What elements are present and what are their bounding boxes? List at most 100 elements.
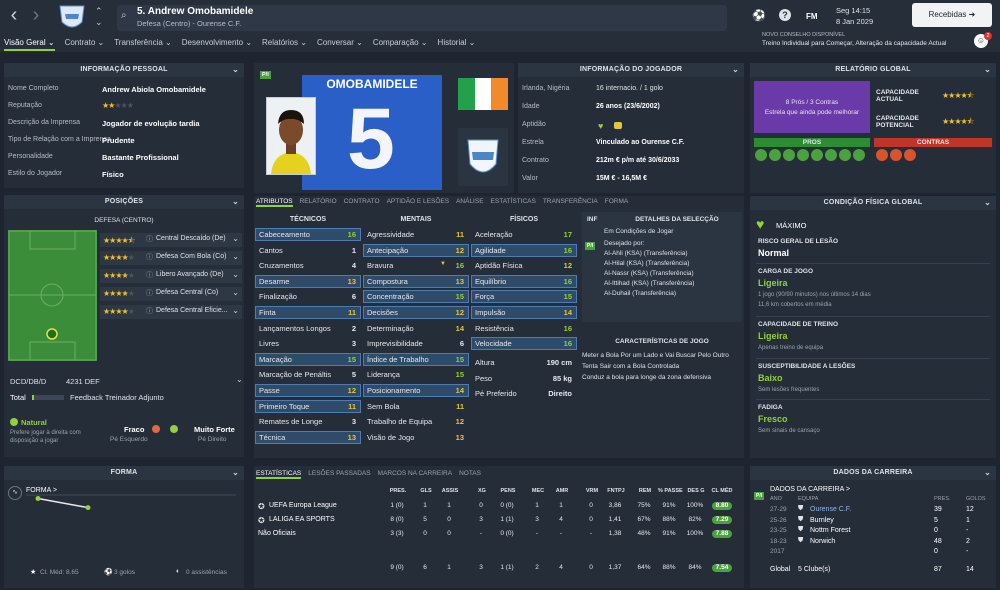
pro-trait-icon[interactable]: [853, 149, 865, 161]
club-badge[interactable]: [458, 128, 508, 186]
attribute-row[interactable]: Remates de Longe 3: [256, 416, 360, 427]
chevron-down-icon[interactable]: ⌄: [232, 466, 239, 480]
stats-tab[interactable]: LESÕES PASSADAS: [308, 470, 370, 477]
pitch[interactable]: [8, 230, 97, 361]
tab-transferencia[interactable]: Transferência ⌄: [114, 38, 172, 47]
attribute-row[interactable]: Cabeceamento 16: [255, 228, 361, 241]
career-club[interactable]: Burnley: [810, 517, 834, 524]
role-row[interactable]: ★★★★★ ⓘ Libero Avançado (De) ⌄: [100, 269, 242, 283]
stats-tab[interactable]: NOTAS: [459, 470, 481, 477]
info-icon[interactable]: ⓘ: [146, 252, 153, 262]
career-club[interactable]: Nottm Forest: [810, 527, 850, 534]
search-icon[interactable]: ⌕: [121, 10, 127, 21]
ball-icon[interactable]: ⚽: [752, 9, 766, 22]
attribute-row[interactable]: Finalização 6: [256, 291, 360, 302]
stats-header[interactable]: PRES.: [386, 488, 410, 494]
role-row[interactable]: ★★★★★ ⓘ Defesa Com Bola (Co) ⌄: [100, 251, 242, 265]
info-icon[interactable]: ⓘ: [146, 306, 153, 316]
advice-notice[interactable]: NOVO CONSELHO DISPONÍVEL Treino Individu…: [762, 32, 998, 54]
pro-trait-icon[interactable]: [755, 149, 767, 161]
tab-comparacao[interactable]: Comparação ⌄: [373, 38, 428, 47]
tab-conversar[interactable]: Conversar ⌄: [317, 38, 363, 47]
attribute-row[interactable]: Compostura 13: [363, 274, 469, 288]
stats-tab[interactable]: ESTATÍSTICAS: [256, 470, 302, 479]
attribute-row[interactable]: Marcação de Penáltis 5: [256, 369, 360, 380]
wanted-club[interactable]: Al-Nassr (KSA) (Transferência): [604, 270, 694, 277]
chevron-down-icon[interactable]: ⌄: [232, 63, 239, 77]
chevron-down-icon[interactable]: ⌄: [984, 63, 991, 77]
career-header[interactable]: DADOS DA CARREIRA ⌄: [750, 466, 996, 480]
stats-header[interactable]: VRM: [580, 488, 604, 494]
attribute-row[interactable]: Liderança 15: [364, 369, 468, 380]
attribute-row[interactable]: Livres 3: [256, 338, 360, 349]
formation[interactable]: 4231 DEF: [66, 377, 100, 386]
attr-tab[interactable]: CONTRATO: [344, 198, 380, 205]
competition-name[interactable]: LALIGA EA SPORTS: [269, 516, 335, 523]
form-header[interactable]: FORMA ⌄: [4, 466, 244, 480]
stats-header[interactable]: XG: [470, 488, 494, 494]
pro-trait-icon[interactable]: [825, 149, 837, 161]
tab-contrato[interactable]: Contrato ⌄: [65, 38, 105, 47]
contra-trait-icon[interactable]: [904, 149, 916, 161]
stats-header[interactable]: GLS: [414, 488, 438, 494]
stats-header[interactable]: CL MÉD: [710, 488, 734, 494]
feedback-label[interactable]: Feedback Treinador Adjunto: [70, 393, 164, 402]
competition-name[interactable]: UEFA Europa League: [269, 502, 337, 509]
form-point[interactable]: [35, 496, 41, 501]
attribute-row[interactable]: Cantos 1: [256, 245, 360, 256]
attribute-row[interactable]: Índice de Trabalho 15: [363, 352, 469, 366]
positions-header[interactable]: POSIÇÕES ⌄: [4, 195, 244, 209]
personal-info-header[interactable]: INFORMAÇÃO PESSOAL ⌄: [4, 63, 244, 77]
pro-trait-icon[interactable]: [811, 149, 823, 161]
attribute-row[interactable]: Finta 11: [255, 306, 361, 319]
player-photo[interactable]: [266, 97, 316, 175]
attribute-row[interactable]: Velocidade 16: [471, 337, 577, 351]
pro-trait-icon[interactable]: [769, 149, 781, 161]
wanted-club[interactable]: Al-Ahli (KSA) (Transferência): [604, 250, 688, 257]
attribute-row[interactable]: Determinação 14: [364, 323, 468, 334]
attribute-row[interactable]: Primeiro Toque 11: [255, 399, 361, 413]
pro-trait-icon[interactable]: [783, 149, 795, 161]
stats-header[interactable]: FNTPJ: [604, 488, 628, 494]
condition-header[interactable]: CONDIÇÃO FÍSICA GLOBAL ⌄: [750, 196, 996, 210]
report-header[interactable]: RELATÓRIO GLOBAL ⌄: [750, 63, 996, 77]
stats-header[interactable]: REM: [633, 488, 657, 494]
attribute-row[interactable]: Passe 12: [255, 384, 361, 397]
attribute-row[interactable]: Equilíbrio 16: [471, 274, 577, 288]
attr-tab[interactable]: ATRIBUTOS: [256, 198, 293, 207]
attr-tab[interactable]: ANÁLISE: [456, 198, 483, 205]
stats-header[interactable]: AMR: [550, 488, 574, 494]
competition-name[interactable]: Não Oficiais: [258, 530, 296, 537]
chevron-down-icon[interactable]: ⌄: [232, 288, 239, 297]
career-club[interactable]: Ourense C.F.: [810, 506, 851, 513]
wanted-club[interactable]: Al-Hilal (KSA) (Transferência): [604, 260, 689, 267]
club-crest[interactable]: [56, 2, 88, 32]
attribute-row[interactable]: Desarme 13: [255, 274, 361, 288]
wanted-club[interactable]: Al-Ittihad (KSA) (Transferência): [604, 280, 694, 287]
forward-icon[interactable]: ›: [24, 0, 48, 30]
chevron-down-icon[interactable]: ⌄: [232, 234, 239, 243]
attr-tab[interactable]: ESTATÍSTICAS: [491, 198, 536, 205]
tab-desenvolvimento[interactable]: Desenvolvimento ⌄: [182, 38, 252, 47]
contra-trait-icon[interactable]: [876, 149, 888, 161]
stats-header[interactable]: ASSIS: [438, 488, 462, 494]
help-icon[interactable]: ?: [779, 9, 791, 21]
attribute-row[interactable]: Bravura 16: [364, 260, 468, 271]
form-label[interactable]: FORMA >: [26, 487, 57, 494]
report-summary[interactable]: 8 Prós / 3 Contras Estrela que ainda pod…: [754, 81, 870, 133]
attribute-row[interactable]: Força 15: [471, 290, 577, 304]
role-row[interactable]: ★★★★★ ⓘ Defesa Central Eficie... ⌄: [100, 305, 242, 319]
attribute-row[interactable]: Concentração 15: [363, 290, 469, 304]
attr-tab[interactable]: TRANSFERÊNCIA: [543, 198, 598, 205]
attribute-row[interactable]: Marcação 15: [255, 352, 361, 366]
attribute-row[interactable]: Imprevisibilidade 6: [364, 338, 468, 349]
attribute-row[interactable]: Agressividade 11: [364, 229, 468, 240]
chevron-down-icon[interactable]: ⌄: [232, 306, 239, 315]
form-point[interactable]: [85, 505, 91, 511]
attribute-row[interactable]: Resistência 16: [472, 323, 576, 334]
attribute-row[interactable]: Trabalho de Equipa 12: [364, 416, 468, 427]
pro-trait-icon[interactable]: [839, 149, 851, 161]
attribute-row[interactable]: Aceleração 17: [472, 229, 576, 240]
player-info-header[interactable]: INFORMAÇÃO DO JOGADOR ⌄: [518, 63, 744, 77]
stats-tab[interactable]: MARCOS NA CARREIRA: [378, 470, 452, 477]
